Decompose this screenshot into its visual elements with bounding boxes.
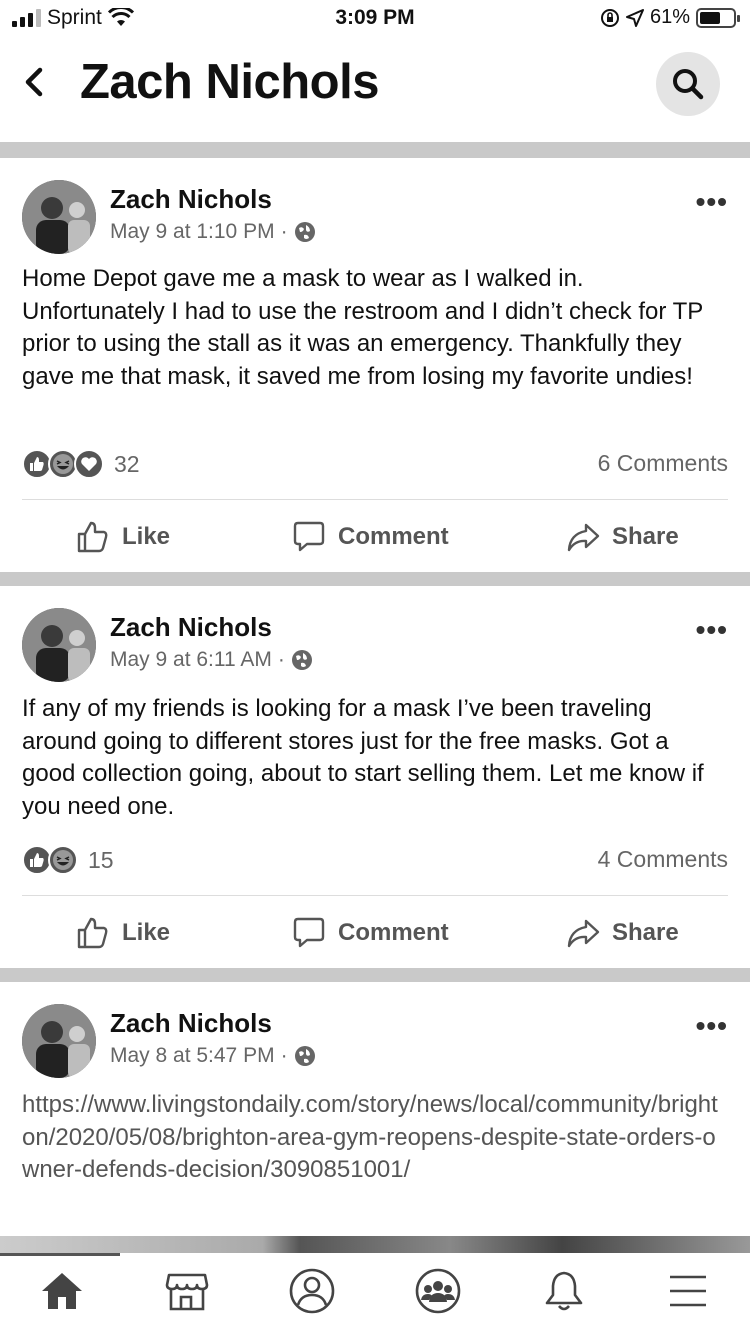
home-icon: [42, 1273, 82, 1309]
post-text: Home Depot gave me a mask to wear as I w…: [22, 265, 703, 390]
more-options-button[interactable]: •••: [696, 614, 728, 646]
post: Zach Nichols May 9 at 1:10 PM · ••• Home…: [0, 158, 750, 572]
like-label: Like: [122, 919, 171, 946]
battery-percent: 61%: [649, 6, 690, 28]
post: Zach Nichols May 8 at 5:47 PM · ••• http…: [0, 982, 750, 1236]
post-meta: May 8 at 5:47 PM ·: [110, 1044, 316, 1068]
post-meta: May 9 at 6:11 AM ·: [110, 648, 313, 672]
tab-marketplace[interactable]: [157, 1261, 217, 1321]
more-options-button[interactable]: •••: [696, 186, 728, 218]
comment-icon: [293, 521, 325, 552]
post-date[interactable]: May 8 at 5:47 PM: [110, 1044, 275, 1068]
like-label: Like: [122, 523, 171, 550]
more-options-button[interactable]: •••: [696, 1010, 728, 1042]
tab-groups[interactable]: [408, 1261, 468, 1321]
avatar-image: [22, 1004, 96, 1078]
globe-icon: [291, 650, 312, 670]
share-label: Share: [612, 919, 679, 946]
post-actions: Like Comment Share: [0, 904, 750, 964]
comment-label: Comment: [338, 919, 449, 946]
post-date[interactable]: May 9 at 6:11 AM: [110, 648, 272, 672]
post-separator: [22, 895, 728, 896]
post-author[interactable]: Zach Nichols: [110, 612, 272, 643]
tab-profile[interactable]: [282, 1261, 342, 1321]
reaction-summary[interactable]: 15: [22, 845, 114, 875]
notifications-icon: [545, 1271, 583, 1311]
profile-icon: [289, 1268, 335, 1314]
share-icon: [567, 919, 600, 948]
menu-icon: [670, 1275, 706, 1307]
section-divider: [0, 968, 750, 982]
share-icon: [567, 523, 600, 552]
marketplace-icon: [165, 1273, 209, 1311]
globe-icon: [294, 222, 315, 242]
avatar[interactable]: [22, 1004, 96, 1078]
comments-count[interactable]: 4 Comments: [598, 846, 728, 873]
meta-separator: ·: [277, 648, 285, 671]
status-bar: Sprint 3:09 PM 61%: [0, 0, 750, 40]
meta-separator: ·: [280, 1044, 288, 1067]
reaction-summary[interactable]: 32: [22, 449, 140, 479]
globe-icon: [294, 1046, 315, 1066]
comment-icon: [293, 917, 325, 948]
tab-notifications[interactable]: [534, 1261, 594, 1321]
bottom-tab-bar: [0, 1253, 750, 1333]
comment-button[interactable]: Comment: [292, 520, 449, 554]
tab-home[interactable]: [32, 1261, 92, 1321]
avatar[interactable]: [22, 180, 96, 254]
search-button[interactable]: [656, 52, 720, 116]
post-separator: [22, 499, 728, 500]
groups-icon: [415, 1268, 461, 1314]
share-label: Share: [612, 523, 679, 550]
search-icon: [673, 69, 704, 100]
post-link[interactable]: https://www.livingstondaily.com/story/ne…: [22, 1089, 728, 1187]
chevron-left-icon: [25, 67, 43, 97]
comments-count[interactable]: 6 Comments: [598, 450, 728, 477]
post: Zach Nichols May 9 at 6:11 AM · ••• If a…: [0, 586, 750, 968]
reaction-count: 32: [114, 450, 140, 477]
post-actions: Like Comment Share: [0, 508, 750, 568]
like-button[interactable]: Like: [76, 916, 170, 950]
link-preview-image[interactable]: [0, 1236, 750, 1253]
post-meta: May 9 at 1:10 PM ·: [110, 220, 316, 244]
post-author[interactable]: Zach Nichols: [110, 1008, 272, 1039]
meta-separator: ·: [280, 220, 288, 243]
comment-label: Comment: [338, 523, 449, 550]
post-author[interactable]: Zach Nichols: [110, 184, 272, 215]
orientation-lock-icon: [600, 8, 619, 27]
post-text: If any of my friends is looking for a ma…: [22, 695, 704, 820]
status-right: 61%: [600, 6, 740, 29]
comment-button[interactable]: Comment: [292, 916, 449, 950]
back-button[interactable]: [16, 62, 56, 102]
thumbs-up-icon: [77, 917, 108, 949]
avatar[interactable]: [22, 608, 96, 682]
share-button[interactable]: Share: [566, 520, 679, 554]
battery-icon: [696, 7, 740, 28]
haha-icon: [48, 845, 78, 875]
avatar-image: [22, 608, 96, 682]
like-button[interactable]: Like: [76, 520, 170, 554]
section-divider: [0, 142, 750, 158]
thumbs-up-icon: [77, 521, 108, 553]
reaction-count: 15: [88, 846, 114, 873]
post-date[interactable]: May 9 at 1:10 PM: [110, 220, 275, 244]
avatar-image: [22, 180, 96, 254]
active-tab-indicator: [0, 1253, 120, 1256]
location-icon: [625, 8, 644, 27]
section-divider: [0, 572, 750, 586]
page-title: Zach Nichols: [80, 55, 379, 109]
tab-menu[interactable]: [658, 1261, 718, 1321]
page-header: Zach Nichols: [0, 40, 750, 142]
love-icon: [74, 449, 104, 479]
share-button[interactable]: Share: [566, 916, 679, 950]
